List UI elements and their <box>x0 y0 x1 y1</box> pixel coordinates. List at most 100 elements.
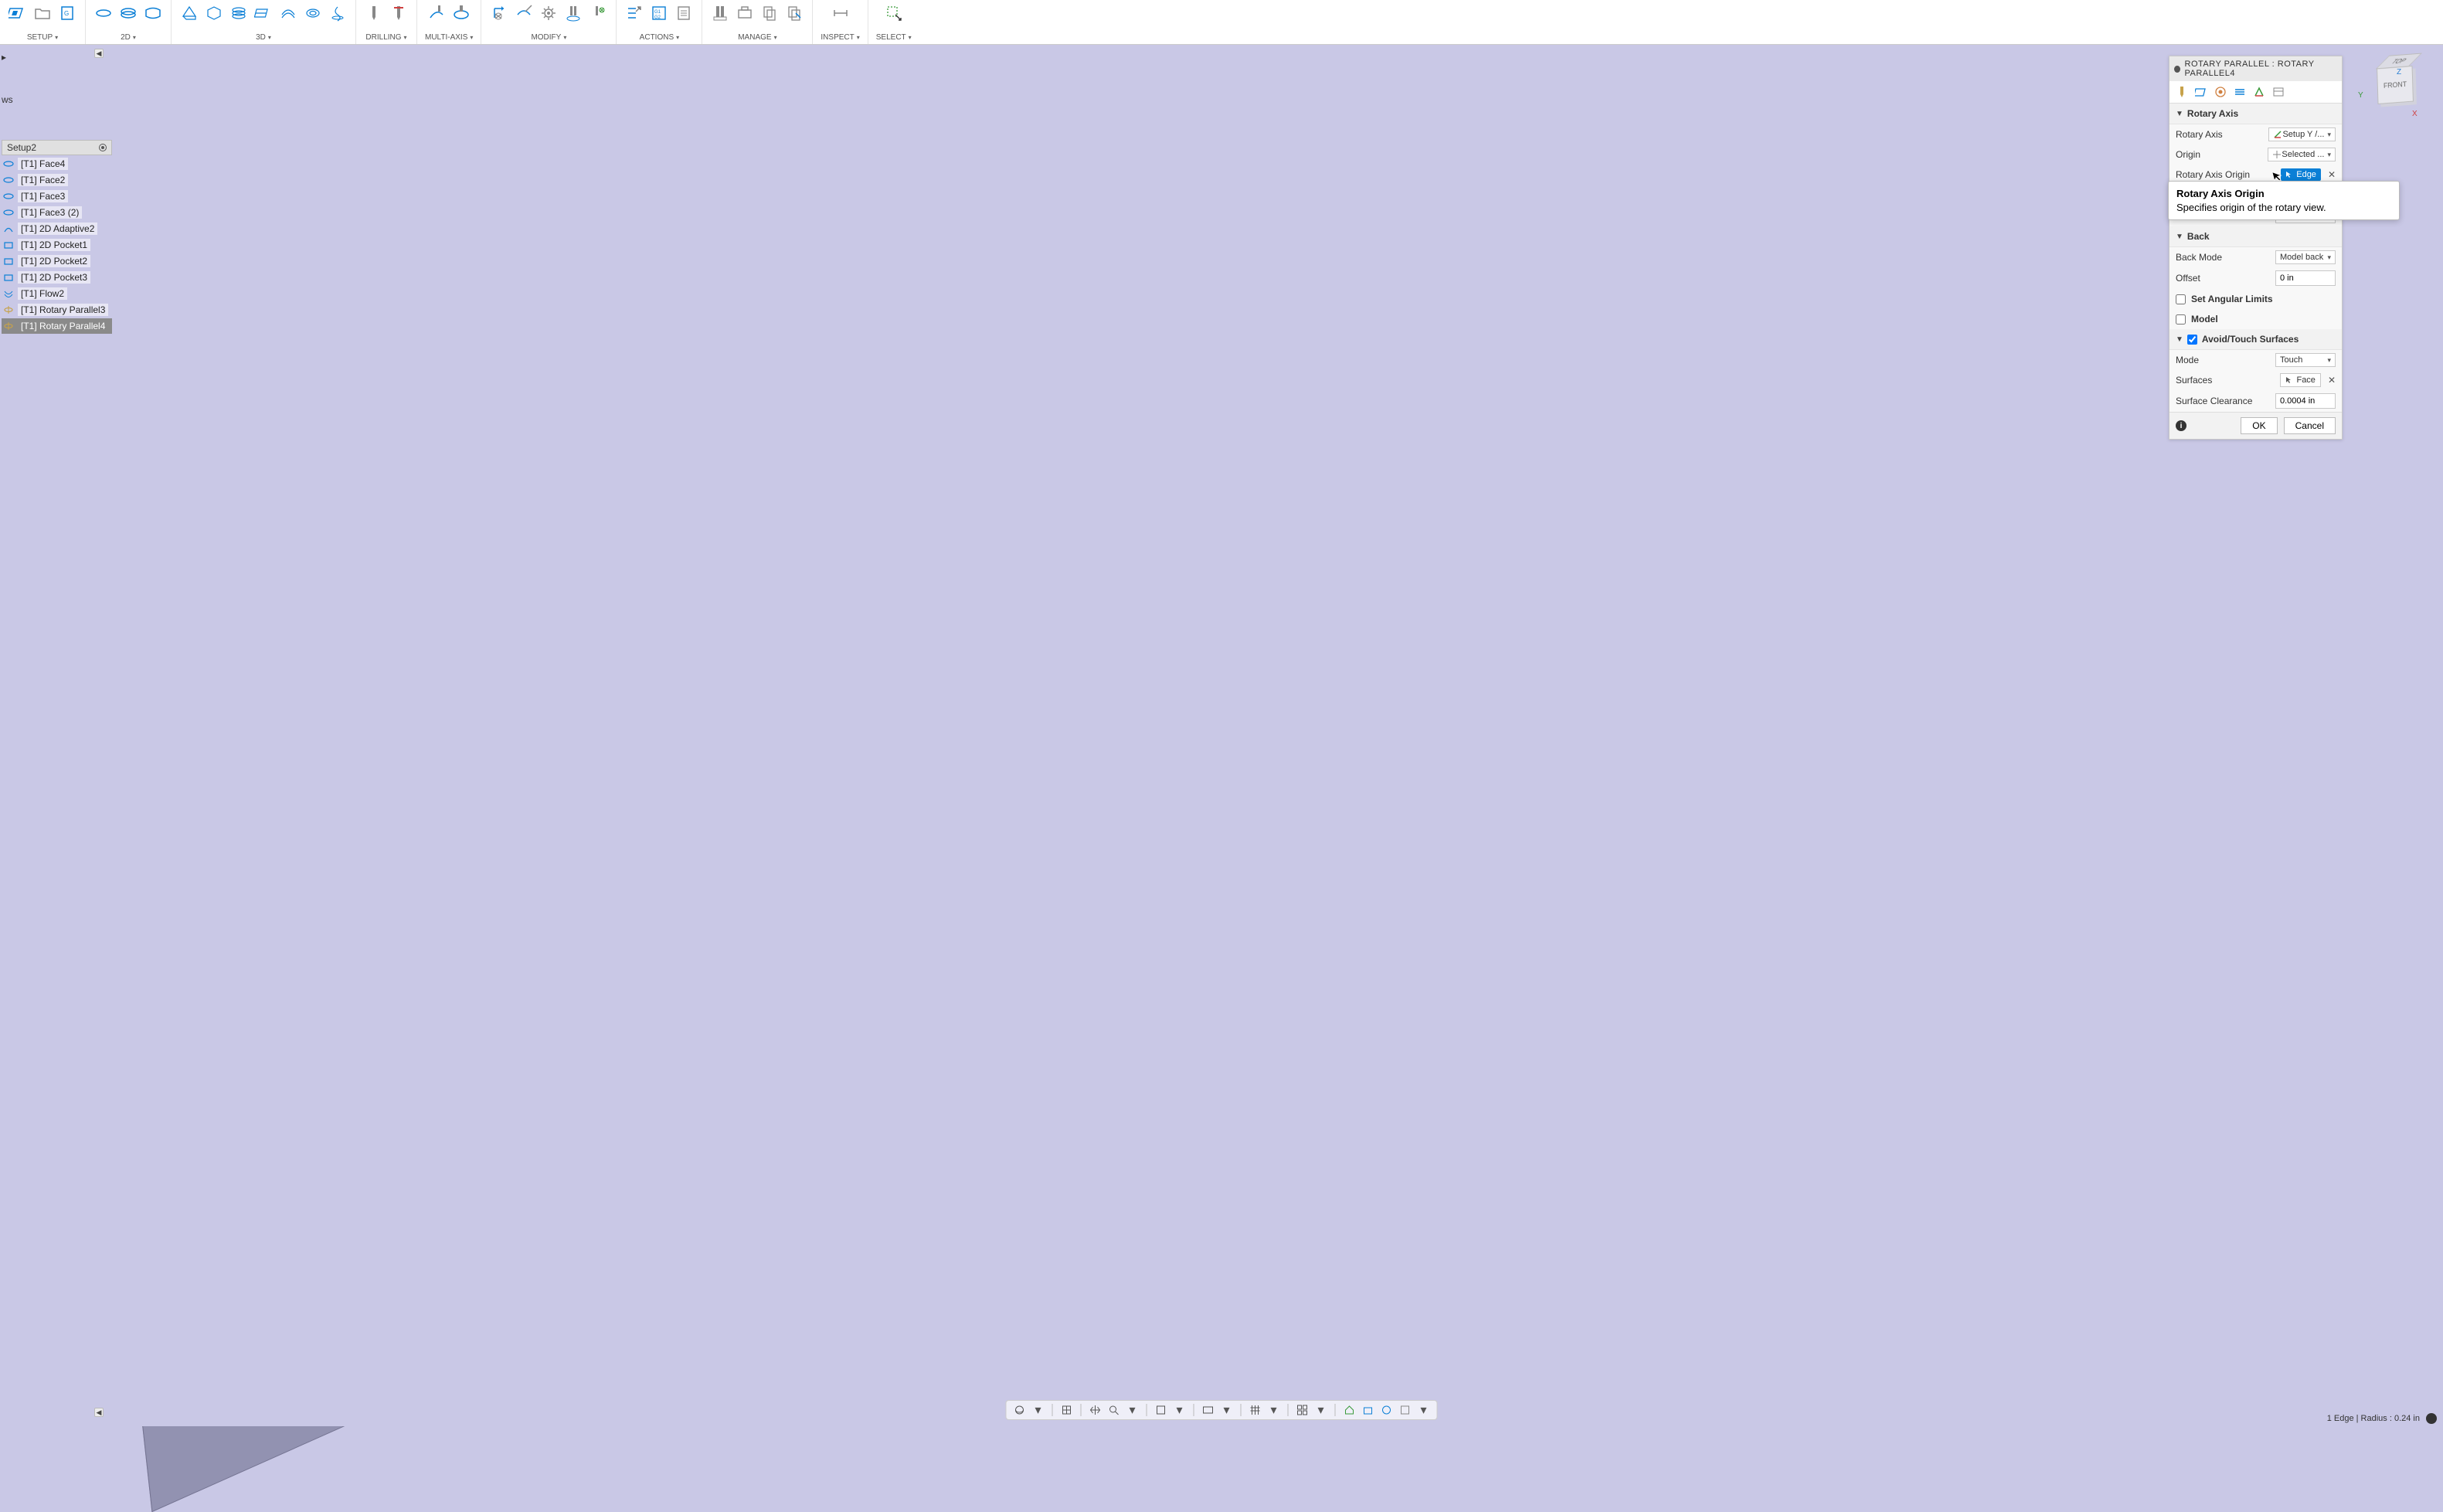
nav-grid-dd[interactable]: ▾ <box>1267 1403 1281 1417</box>
nav-constrained-icon[interactable]: ▾ <box>1031 1403 1045 1417</box>
nav-display-icon[interactable] <box>1201 1403 1215 1417</box>
browser-item-9[interactable]: [T1] Rotary Parallel3 <box>2 302 112 318</box>
mode-dropdown[interactable]: Touch <box>2275 353 2336 367</box>
browser-item-3[interactable]: [T1] Face3 (2) <box>2 205 112 220</box>
3d-icon-7[interactable] <box>328 3 348 23</box>
2d-icon-1[interactable] <box>93 3 114 23</box>
status-globe-icon[interactable] <box>2426 1413 2437 1424</box>
inspect-measure-icon[interactable] <box>831 3 851 23</box>
browser-item-5[interactable]: [T1] 2D Pocket1 <box>2 237 112 253</box>
tab-passes[interactable] <box>2233 85 2247 99</box>
multiaxis-icon-1[interactable] <box>426 3 447 23</box>
nav-orbit-icon[interactable] <box>1013 1403 1027 1417</box>
cancel-button[interactable]: Cancel <box>2284 417 2336 434</box>
origin-dropdown[interactable]: Selected ... <box>2268 148 2336 161</box>
tab-geometry[interactable] <box>2194 85 2208 99</box>
viewport-3d[interactable] <box>0 45 2443 1426</box>
nav-last-dd[interactable]: ▾ <box>1417 1403 1431 1417</box>
modify-icon-4[interactable] <box>563 3 583 23</box>
angular-limits-row[interactable]: Set Angular Limits <box>2169 289 2342 309</box>
timeline-collapse-toggle[interactable]: ◀ <box>94 1408 104 1417</box>
3d-icon-4[interactable] <box>253 3 274 23</box>
manage-icon-4[interactable] <box>784 3 804 23</box>
actions-icon-1[interactable] <box>624 3 644 23</box>
nav-display-dd[interactable]: ▾ <box>1220 1403 1234 1417</box>
actions-sheet-icon[interactable] <box>674 3 694 23</box>
viewcube-front-face[interactable]: TOP FRONT <box>2377 66 2414 104</box>
nav-green1-icon[interactable] <box>1343 1403 1357 1417</box>
ribbon-select-label[interactable]: SELECT <box>876 33 906 42</box>
model-checkbox[interactable] <box>2176 314 2186 324</box>
setup-radio-icon[interactable] <box>99 144 107 151</box>
manage-icon-3[interactable] <box>759 3 780 23</box>
nav-blue1-icon[interactable] <box>1361 1403 1375 1417</box>
viewcube-top-face[interactable]: TOP <box>2376 53 2422 70</box>
drill-icon-2[interactable] <box>389 3 409 23</box>
angular-limits-checkbox[interactable] <box>2176 294 2186 304</box>
nav-home-icon[interactable] <box>1060 1403 1074 1417</box>
surfaces-clear-button[interactable]: ✕ <box>2328 375 2336 386</box>
nav-fit-dd[interactable]: ▾ <box>1173 1403 1187 1417</box>
ribbon-inspect-label[interactable]: INSPECT <box>821 33 854 42</box>
browser-item-7[interactable]: [T1] 2D Pocket3 <box>2 270 112 285</box>
browser-item-2[interactable]: [T1] Face3 <box>2 189 112 204</box>
tab-tool[interactable] <box>2175 85 2189 99</box>
section-avoid-touch[interactable]: ▼ Avoid/Touch Surfaces <box>2169 329 2342 350</box>
model-row[interactable]: Model <box>2169 309 2342 329</box>
actions-gcode-icon[interactable]: G1G2 <box>649 3 669 23</box>
browser-item-0[interactable]: [T1] Face4 <box>2 156 112 172</box>
nav-pan-icon[interactable] <box>1089 1403 1103 1417</box>
nav-blue2-icon[interactable] <box>1380 1403 1394 1417</box>
browser-item-10[interactable]: [T1] Rotary Parallel4 <box>2 318 112 334</box>
nav-fit-icon[interactable] <box>1154 1403 1168 1417</box>
ok-button[interactable]: OK <box>2241 417 2277 434</box>
modify-icon-1[interactable] <box>489 3 509 23</box>
offset-back-input[interactable] <box>2275 270 2336 286</box>
rao-clear-button[interactable]: ✕ <box>2328 169 2336 180</box>
3d-icon-6[interactable] <box>303 3 323 23</box>
ribbon-setup-label[interactable]: SETUP <box>27 33 53 42</box>
rao-edge-chip[interactable]: Edge <box>2281 168 2321 181</box>
model-body[interactable] <box>43 0 1765 1512</box>
drill-icon-1[interactable] <box>364 3 384 23</box>
browser-item-4[interactable]: [T1] 2D Adaptive2 <box>2 221 112 236</box>
folder-icon[interactable] <box>32 3 53 23</box>
modify-icon-2[interactable] <box>514 3 534 23</box>
browser-item-8[interactable]: [T1] Flow2 <box>2 286 112 301</box>
ribbon-multiaxis-label[interactable]: MULTI-AXIS <box>425 33 467 42</box>
nav-viewport-icon[interactable] <box>1296 1403 1310 1417</box>
gcode-icon[interactable]: G <box>57 3 77 23</box>
manage-icon-2[interactable] <box>735 3 755 23</box>
browser-item-1[interactable]: [T1] Face2 <box>2 172 112 188</box>
avoid-touch-checkbox[interactable] <box>2187 335 2197 345</box>
multiaxis-icon-2[interactable] <box>451 3 471 23</box>
back-mode-dropdown[interactable]: Model back <box>2275 250 2336 264</box>
ribbon-manage-label[interactable]: MANAGE <box>738 33 771 42</box>
select-icon[interactable] <box>884 3 904 23</box>
nav-viewport-dd[interactable]: ▾ <box>1314 1403 1328 1417</box>
model-cylinder-slot[interactable] <box>709 0 1979 1138</box>
ribbon-modify-label[interactable]: MODIFY <box>531 33 561 42</box>
ribbon-drilling-label[interactable]: DRILLING <box>365 33 401 42</box>
modify-icon-5[interactable] <box>588 3 608 23</box>
setup-row[interactable]: Setup2 <box>2 140 112 155</box>
rotary-axis-dropdown[interactable]: Setup Y /... <box>2268 127 2336 141</box>
ribbon-3d-label[interactable]: 3D <box>256 33 266 42</box>
info-icon[interactable]: i <box>2176 420 2186 431</box>
tab-linking[interactable] <box>2252 85 2266 99</box>
ribbon-actions-label[interactable]: ACTIONS <box>640 33 674 42</box>
clearance-input[interactable] <box>2275 393 2336 409</box>
viewcube[interactable]: TOP FRONT Z Y X <box>2367 66 2421 121</box>
nav-zoom-icon[interactable] <box>1107 1403 1121 1417</box>
nav-grid-icon[interactable] <box>1249 1403 1262 1417</box>
nav-gray1-icon[interactable] <box>1398 1403 1412 1417</box>
panel-title-bar[interactable]: ROTARY PARALLEL : ROTARY PARALLEL4 <box>2169 56 2342 81</box>
nav-zoom-window-icon[interactable]: ▾ <box>1126 1403 1140 1417</box>
modify-gear-icon[interactable] <box>539 3 559 23</box>
surfaces-face-chip[interactable]: Face <box>2280 373 2320 387</box>
3d-icon-2[interactable] <box>204 3 224 23</box>
section-back[interactable]: ▼Back <box>2169 226 2342 247</box>
tab-heights[interactable] <box>2214 85 2227 99</box>
manage-icon-1[interactable] <box>710 3 730 23</box>
3d-icon-5[interactable] <box>278 3 298 23</box>
